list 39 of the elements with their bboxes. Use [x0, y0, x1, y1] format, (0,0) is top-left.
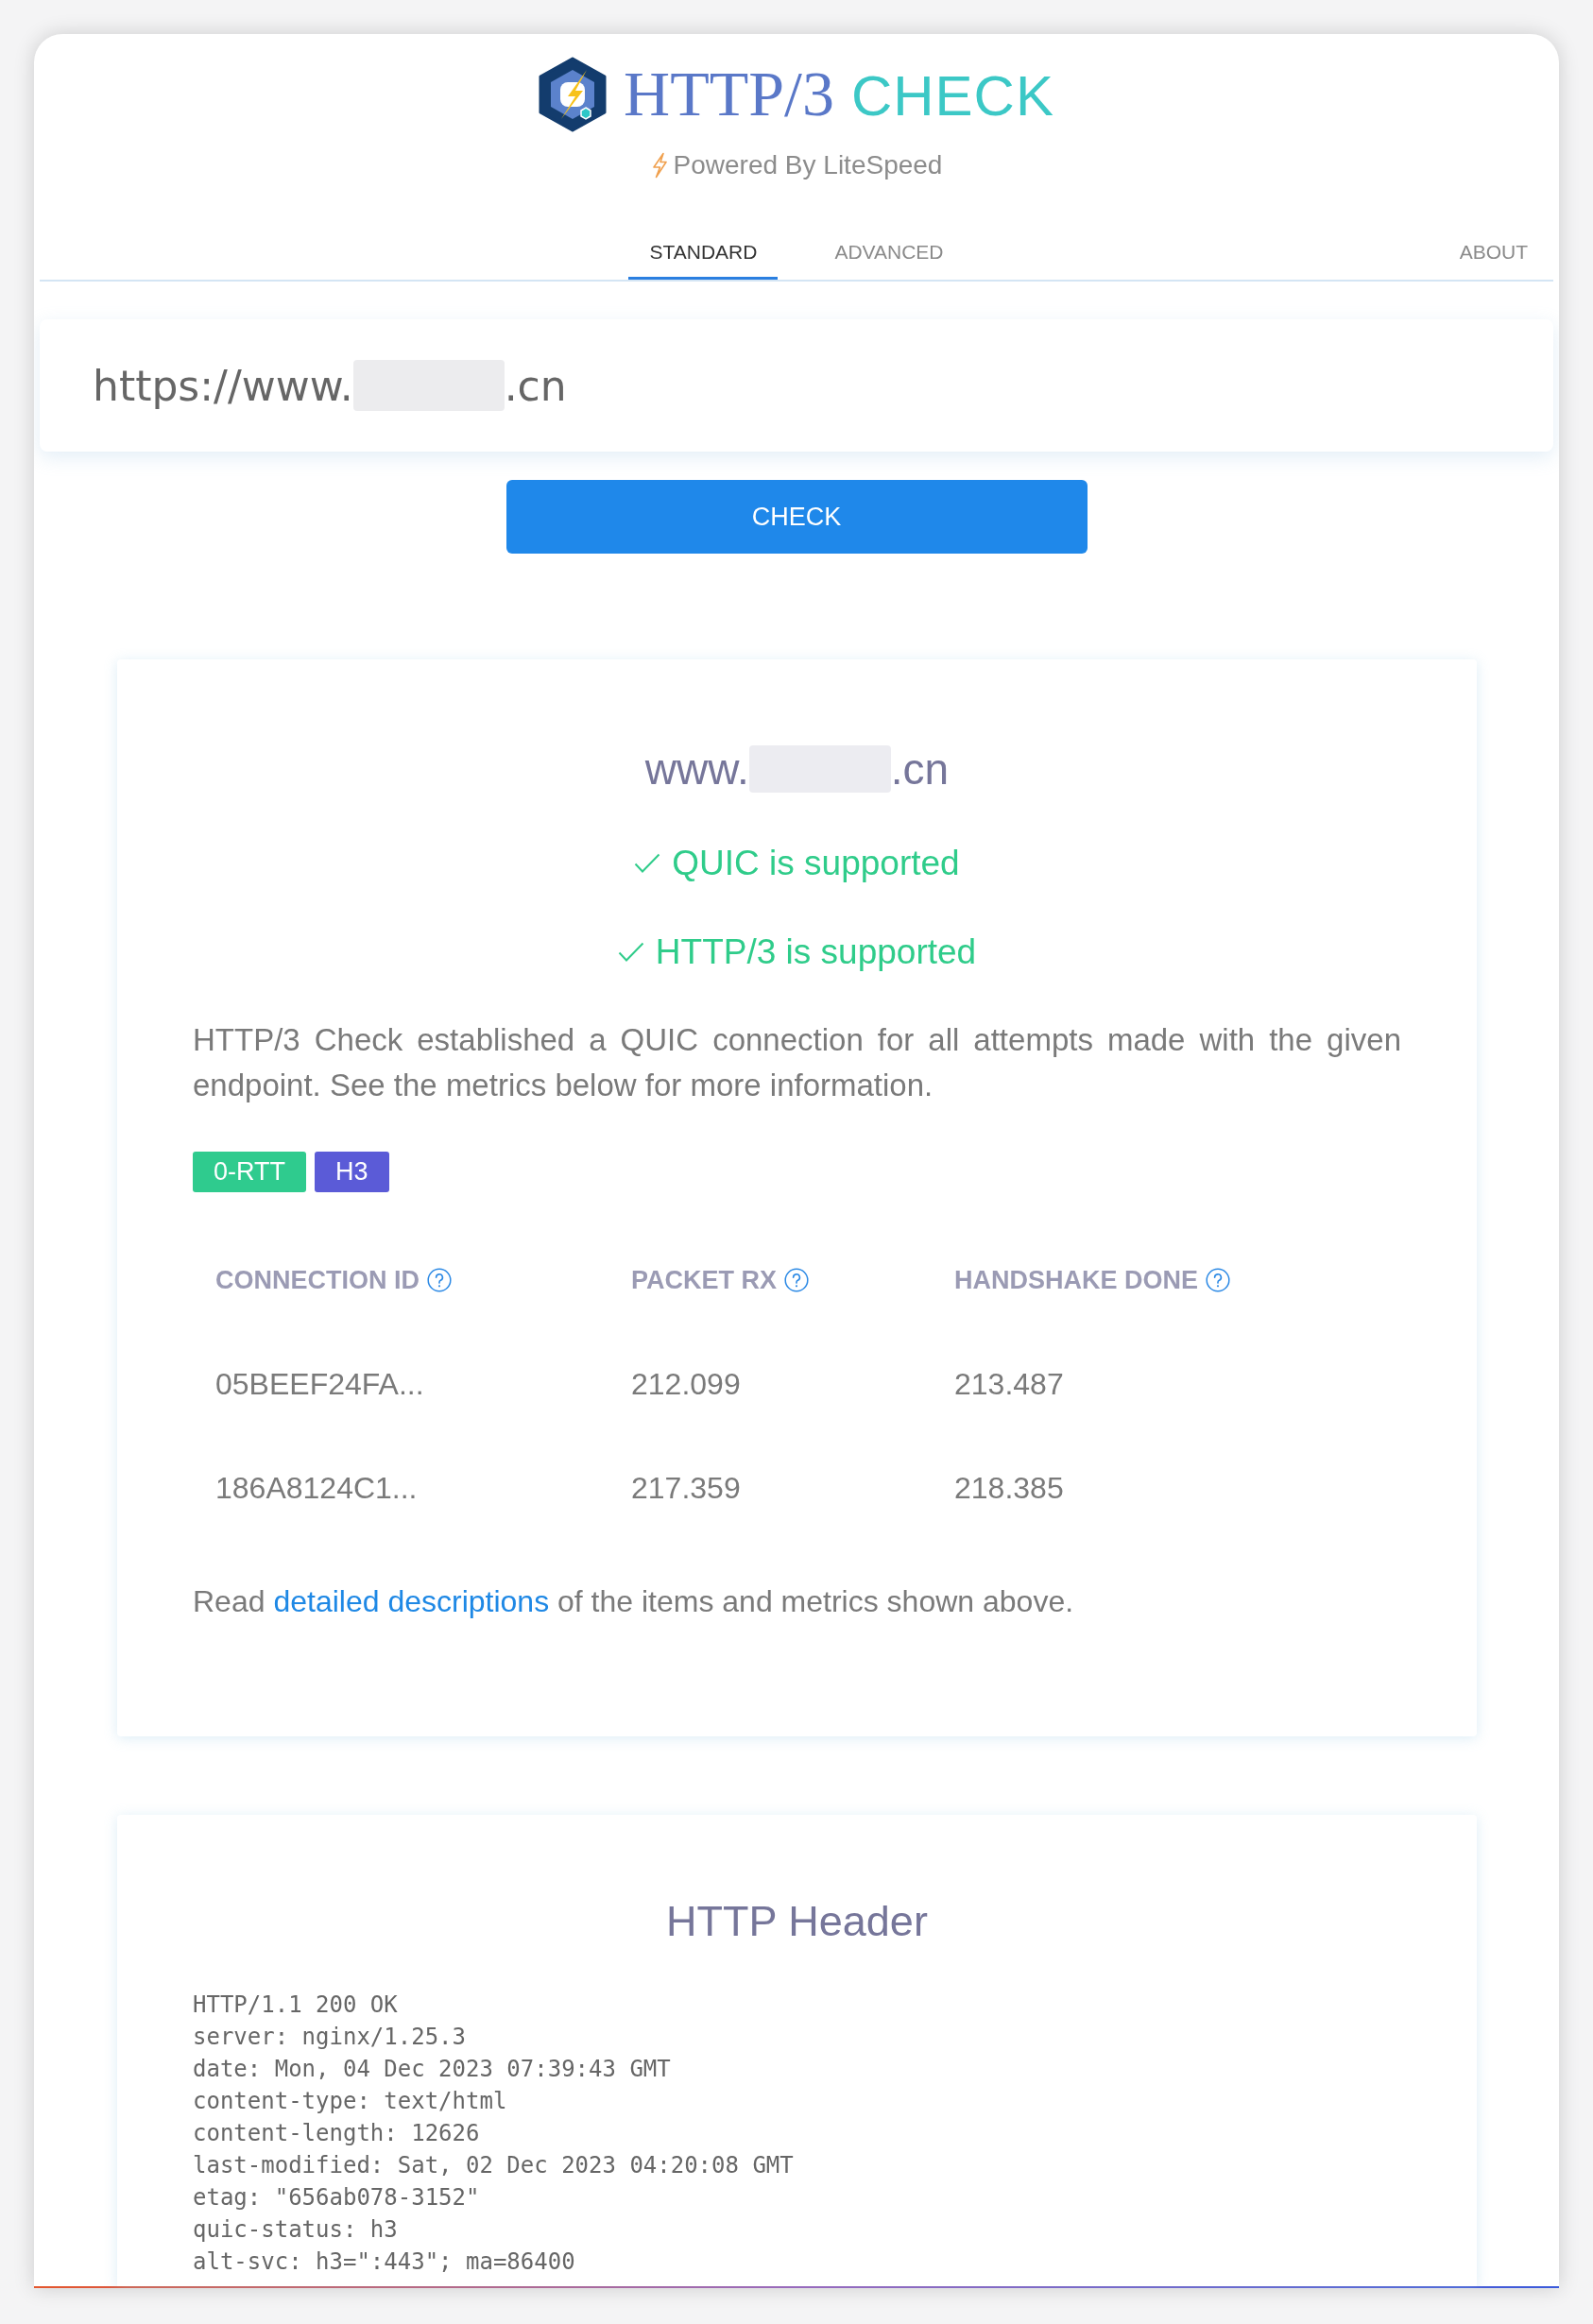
header-line: content-type: text/html — [193, 2087, 508, 2116]
description-text: HTTP/3 Check established a QUIC connection for all attempts made with the given endpoint. See the metrics below for more information. — [193, 1021, 1401, 1104]
header-line: content-length: 12626 — [193, 2119, 481, 2148]
hexagon-bolt-icon — [539, 57, 608, 132]
table-cell: 186A8124C1... — [215, 1470, 418, 1506]
table-cell: 05BEEF24FA... — [215, 1366, 424, 1402]
help-icon[interactable] — [1206, 1268, 1231, 1292]
lightning-icon — [650, 152, 668, 179]
check-button[interactable]: CHECK — [505, 480, 1088, 554]
help-icon[interactable] — [784, 1268, 809, 1292]
app-title: HTTP/3 CHECK — [624, 57, 1054, 131]
domain-heading: www. .cn — [644, 743, 950, 795]
url-field[interactable]: https://www. .cn — [40, 319, 1553, 452]
help-icon[interactable] — [427, 1268, 452, 1292]
header-line: last-modified: Sat, 02 Dec 2023 04:20:08 GMT — [193, 2151, 795, 2180]
header-line: quic-status: h3 — [193, 2215, 399, 2245]
column-header: CONNECTION ID — [215, 1265, 420, 1295]
nav-tab[interactable]: STANDARD — [628, 227, 779, 280]
nav-tab[interactable]: ADVANCED — [814, 227, 965, 280]
header-line: server: nginx/1.25.3 — [193, 2023, 467, 2052]
header-line: etag: "656ab078-3152" — [193, 2183, 481, 2213]
descriptions-link[interactable]: detailed descriptions — [273, 1584, 550, 1618]
header-line: alt-svc: h3=":443"; ma=86400 — [193, 2247, 576, 2277]
protocol-tag: H3 — [315, 1152, 389, 1192]
header-line: HTTP/1.1 200 OK — [193, 1991, 399, 2020]
table-cell: 218.385 — [954, 1470, 1064, 1506]
status-text: QUIC is supported — [672, 843, 960, 884]
column-header: HANDSHAKE DONE — [954, 1265, 1199, 1295]
protocol-tag: 0-RTT — [193, 1152, 306, 1192]
header-line: date: Mon, 04 Dec 2023 07:39:43 GMT — [193, 2055, 672, 2084]
section-title: HTTP Header — [665, 1896, 929, 1947]
info-text: Read detailed descriptions of the items and metrics shown above. — [193, 1583, 1075, 1620]
table-cell: 212.099 — [631, 1366, 741, 1402]
table-cell: 213.487 — [954, 1366, 1064, 1402]
nav-tab[interactable]: ABOUT — [1438, 227, 1549, 280]
column-header: PACKET RX — [631, 1265, 777, 1295]
tagline: Powered By LiteSpeed — [673, 149, 943, 181]
status-text: HTTP/3 is supported — [655, 931, 977, 973]
table-cell: 217.359 — [631, 1470, 741, 1506]
